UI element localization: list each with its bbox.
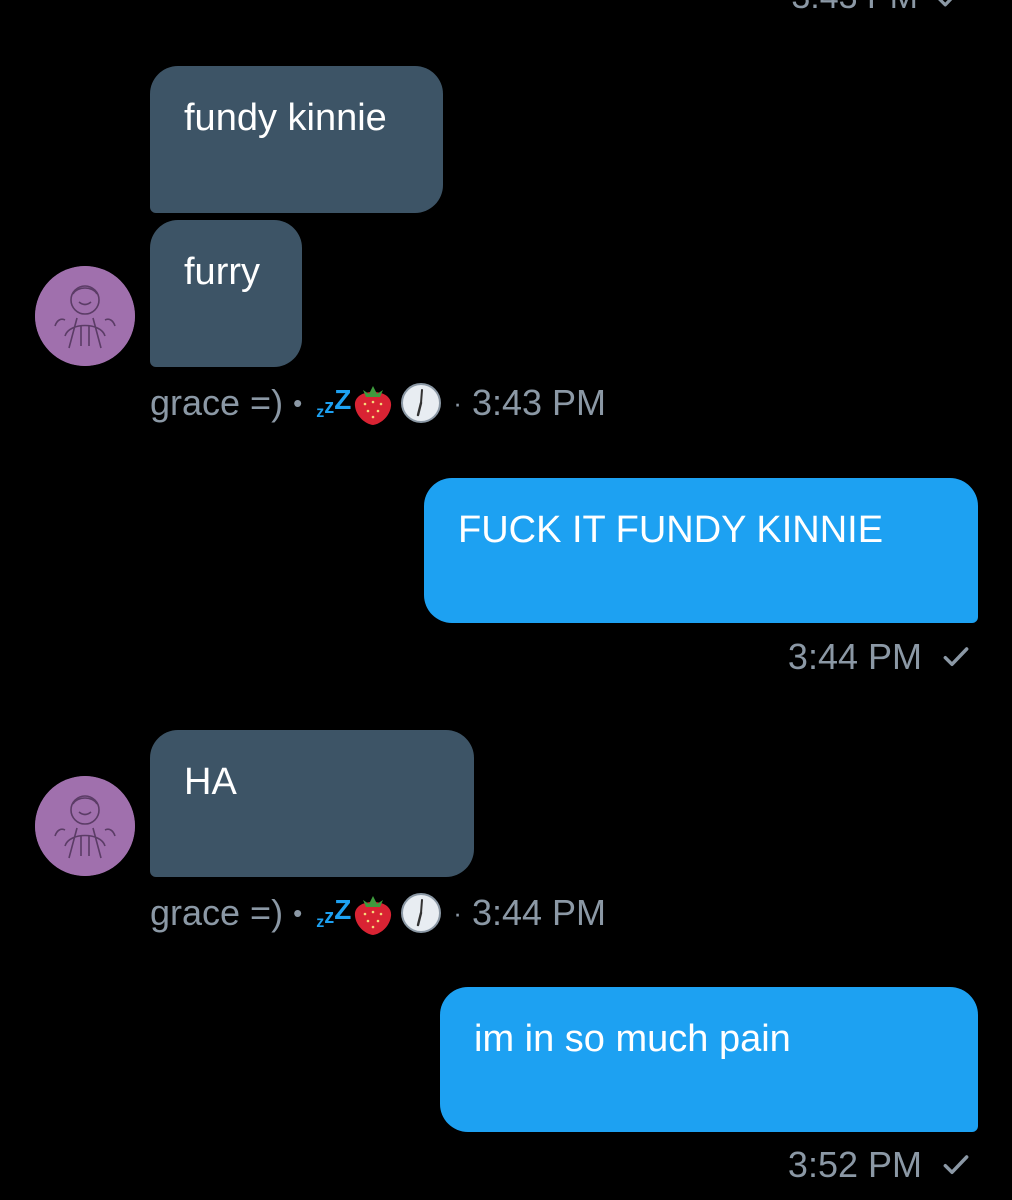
avatar[interactable] [35,776,135,876]
separator-dot: • [293,387,303,418]
separator-dot: · [453,387,462,418]
separator-dot: • [293,897,303,928]
previous-message-status: 3:43 PM [791,0,964,17]
message-time: 3:44 PM [471,892,607,933]
message-time: 3:44 PM [787,636,922,677]
received-message-bubble[interactable]: HA [150,730,474,877]
sender-name[interactable]: grace =) [150,382,283,424]
sent-message-bubble[interactable]: FUCK IT FUNDY KINNIE [424,478,978,623]
message-text: im in so much pain [474,1018,791,1060]
previous-message-time: 3:43 PM [791,0,918,17]
message-time: 3:52 PM [787,1144,922,1185]
avatar[interactable] [35,266,135,366]
sent-message-bubble[interactable]: im in so much pain [440,987,978,1132]
zzz-icon: z z Z [316,894,352,931]
received-message-meta: grace =) • z z Z · 3:43 PM [150,380,606,426]
message-text: HA [184,761,237,803]
message-text: fundy kinnie [184,97,387,139]
received-message-meta: grace =) • z z Z · 3:44 PM [150,890,606,936]
message-time: 3:43 PM [471,382,607,423]
zzz-icon: z z Z [316,384,352,421]
check-icon [943,1155,969,1175]
received-message-bubble[interactable]: fundy kinnie [150,66,443,213]
clock-icon [401,383,442,423]
strawberry-icon [355,386,392,425]
avatar-drawing [35,266,135,366]
message-text: FUCK IT FUNDY KINNIE [458,509,884,551]
received-message-bubble[interactable]: furry [150,220,302,367]
avatar-drawing [35,776,135,876]
sender-name[interactable]: grace =) [150,892,283,934]
strawberry-icon [355,896,392,935]
sent-message-meta: 3:44 PM [788,636,972,678]
dm-conversation: 3:43 PM fundy kinnie furry grace =) [0,0,1012,1200]
clock-icon [401,893,442,933]
sent-message-meta: 3:52 PM [788,1144,972,1186]
message-text: furry [184,251,260,293]
separator-dot: · [453,897,462,928]
check-icon [938,0,952,6]
check-icon [943,647,969,667]
